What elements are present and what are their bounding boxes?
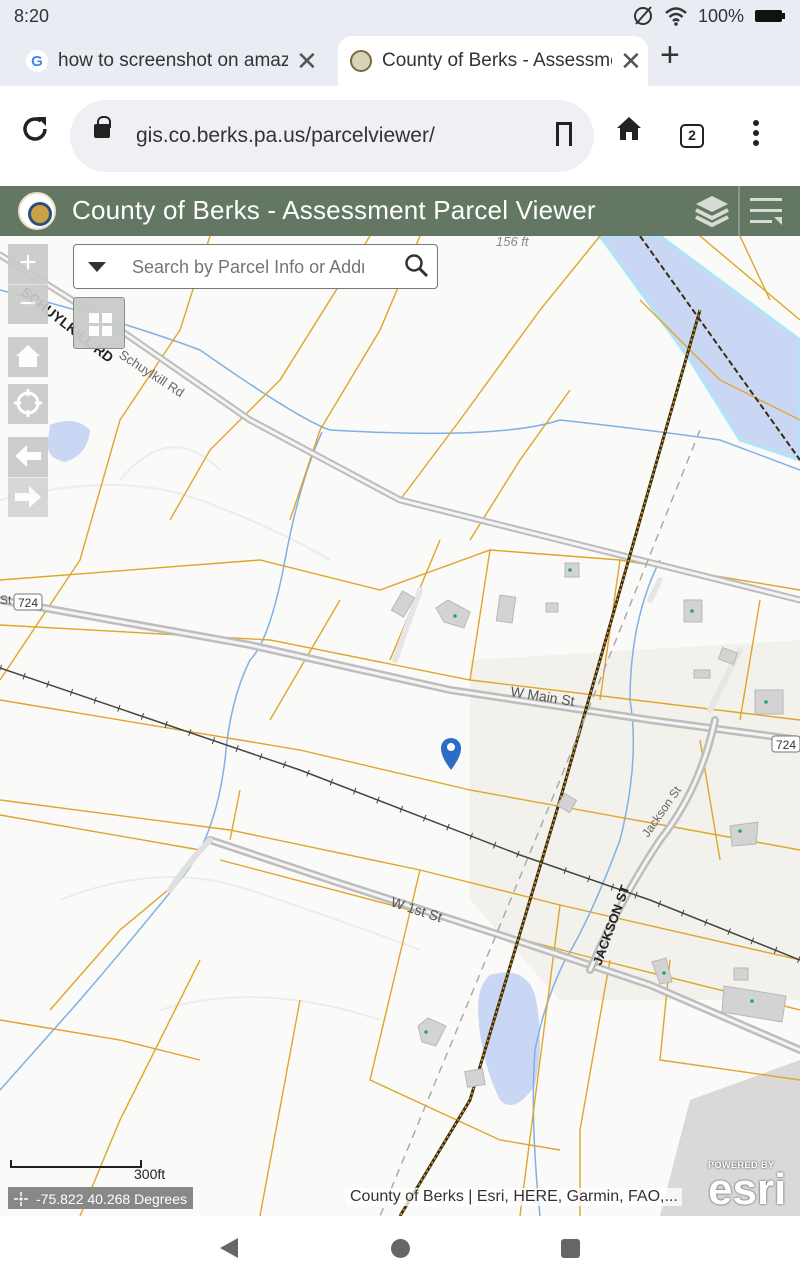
grid-icon bbox=[89, 313, 99, 323]
route-724-left: 724 bbox=[18, 596, 38, 610]
st-label-left: St bbox=[0, 593, 12, 607]
tab-parcel-viewer[interactable]: County of Berks - Assessment Parcel View… bbox=[338, 36, 648, 86]
contour-label: 156 ft bbox=[496, 236, 530, 249]
locate-button[interactable] bbox=[8, 384, 48, 424]
pond-small bbox=[47, 421, 90, 462]
arrow-left-icon bbox=[15, 445, 41, 467]
river bbox=[598, 236, 800, 462]
berks-seal-icon bbox=[350, 50, 372, 72]
coordinates-text: -75.822 40.268 Degrees bbox=[36, 1191, 187, 1207]
new-tab-button[interactable]: + bbox=[660, 36, 680, 75]
battery-percent: 100% bbox=[697, 5, 744, 26]
home-extent-button[interactable] bbox=[8, 337, 48, 377]
map-canvas[interactable]: 156 ft SCHUYLKILL RD Schuylkill Rd W Mai… bbox=[0, 236, 800, 1216]
google-icon: G bbox=[26, 50, 48, 72]
nav-home-icon[interactable] bbox=[391, 1239, 410, 1258]
bookmark-icon[interactable] bbox=[556, 122, 572, 146]
more-menu-icon[interactable] bbox=[752, 120, 760, 146]
county-seal-logo bbox=[18, 192, 56, 230]
url-text[interactable]: gis.co.berks.pa.us/parcelviewer/ bbox=[136, 124, 435, 148]
nav-back-icon[interactable] bbox=[220, 1238, 238, 1258]
menu-icon[interactable] bbox=[750, 196, 784, 226]
location-pin-icon bbox=[441, 738, 461, 770]
wifi-icon bbox=[665, 7, 687, 26]
system-nav-bar bbox=[0, 1216, 800, 1280]
map-attribution[interactable]: County of Berks | Esri, HERE, Garmin, FA… bbox=[346, 1188, 682, 1206]
scale-label: 300ft bbox=[134, 1166, 166, 1182]
lock-icon bbox=[94, 116, 111, 138]
parcel-search-box bbox=[73, 244, 438, 289]
map-basemap: 156 ft SCHUYLKILL RD Schuylkill Rd W Mai… bbox=[0, 236, 800, 1216]
arrow-right-icon bbox=[15, 486, 41, 508]
next-extent-button[interactable] bbox=[8, 477, 48, 517]
layers-icon[interactable] bbox=[694, 194, 730, 228]
app-header: County of Berks - Assessment Parcel View… bbox=[0, 186, 800, 236]
crosshair-icon bbox=[14, 389, 42, 417]
battery-icon bbox=[755, 10, 785, 22]
esri-wordmark: esri bbox=[708, 1165, 787, 1214]
tab-title: how to screenshot on amazon fire tablet bbox=[58, 50, 288, 71]
terrain-contours bbox=[0, 446, 421, 1021]
search-input[interactable] bbox=[132, 253, 364, 281]
route-724-right: 724 bbox=[776, 738, 796, 752]
header-divider bbox=[738, 186, 740, 236]
tab-google-search[interactable]: G how to screenshot on amazon fire table… bbox=[26, 36, 326, 86]
search-source-dropdown-icon[interactable] bbox=[88, 262, 106, 272]
browser-toolbar: gis.co.berks.pa.us/parcelviewer/ 2 bbox=[0, 86, 800, 186]
tab-title: County of Berks - Assessment Parcel View… bbox=[382, 50, 612, 71]
status-bar: 8:20 100% bbox=[0, 0, 800, 32]
esri-logo: POWERED BY esri bbox=[708, 1160, 787, 1214]
previous-extent-button[interactable] bbox=[8, 437, 48, 477]
home-icon[interactable] bbox=[614, 114, 644, 152]
basemap-gallery-button[interactable] bbox=[73, 297, 125, 349]
zoom-in-button[interactable]: + bbox=[8, 244, 48, 284]
tab-switcher-button[interactable]: 2 bbox=[680, 124, 704, 148]
coordinate-readout[interactable]: -75.822 40.268 Degrees bbox=[8, 1187, 193, 1209]
app-title: County of Berks - Assessment Parcel View… bbox=[72, 195, 596, 225]
close-tab-icon[interactable]: ✕ bbox=[296, 46, 318, 77]
tab-strip: G how to screenshot on amazon fire table… bbox=[0, 32, 800, 86]
search-icon[interactable] bbox=[404, 253, 430, 279]
route-shield-right: 724 bbox=[771, 735, 800, 753]
reload-icon[interactable] bbox=[20, 114, 50, 153]
dnd-off-icon bbox=[633, 6, 652, 25]
zoom-out-button[interactable]: − bbox=[8, 284, 48, 324]
crosshair-small-icon bbox=[14, 1192, 28, 1206]
home-icon bbox=[16, 345, 40, 367]
nav-recents-icon[interactable] bbox=[561, 1239, 580, 1258]
status-time: 8:20 bbox=[14, 6, 50, 26]
scale-bar bbox=[10, 1160, 142, 1168]
address-bar[interactable]: gis.co.berks.pa.us/parcelviewer/ bbox=[70, 100, 594, 172]
route-shield-left: 724 bbox=[13, 593, 43, 611]
close-tab-icon[interactable]: ✕ bbox=[620, 46, 642, 77]
w-1st-st-label: W 1st St bbox=[389, 894, 444, 926]
